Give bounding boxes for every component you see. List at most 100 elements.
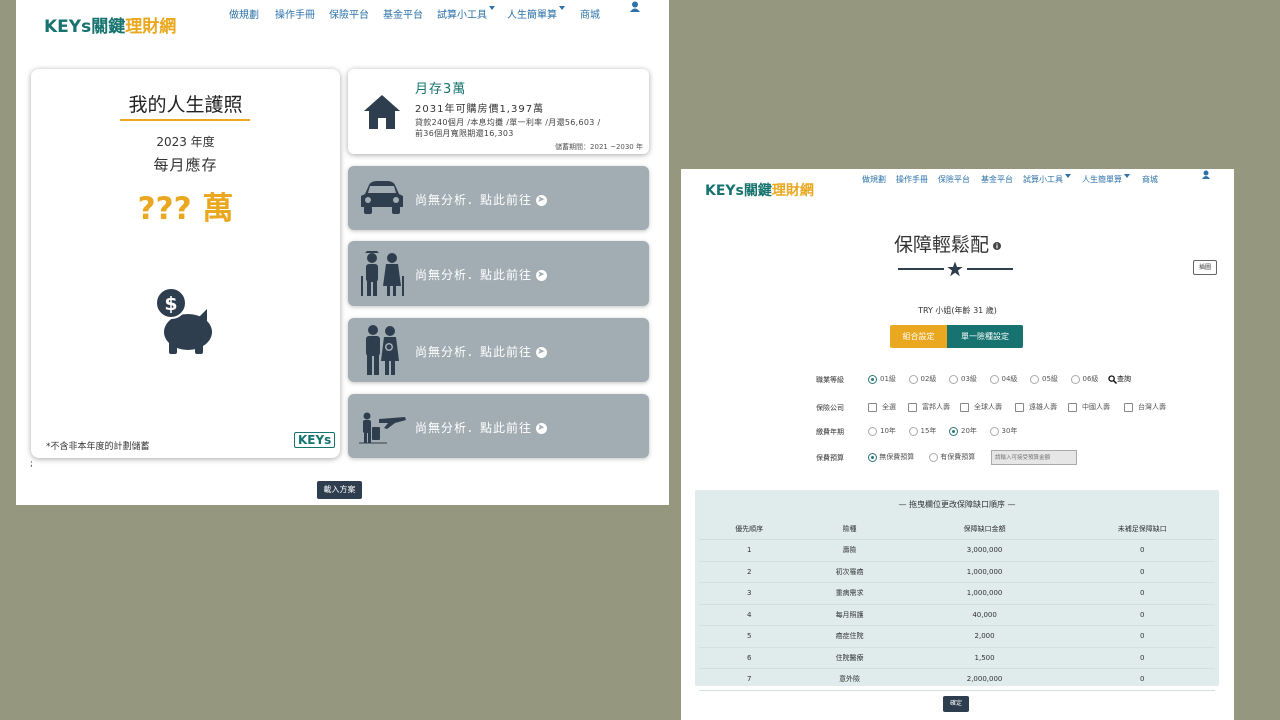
option-label: 06級 <box>1082 375 1099 383</box>
site-logo[interactable]: KEYs關鍵理財網 <box>705 180 814 200</box>
payment-term-option[interactable]: 10年 <box>868 426 896 436</box>
tab-combo-settings[interactable]: 組合設定 <box>890 325 947 348</box>
stray-text: ; <box>30 459 34 469</box>
travel-icon <box>359 412 406 444</box>
nav-item[interactable]: 做規劃 <box>862 174 886 185</box>
user-info: TRY 小姐(年齡 31 歲) <box>918 306 997 315</box>
payment-term-option[interactable]: 15年 <box>908 426 936 436</box>
payment-term-option[interactable]: 20年 <box>949 426 977 436</box>
insurer-option[interactable]: 遠雄人壽 <box>1015 402 1057 412</box>
load-plan-button[interactable]: 載入方案 <box>317 481 362 499</box>
insurer-option[interactable]: 富邦人壽 <box>908 402 950 412</box>
job-level-option[interactable]: 04級 <box>989 374 1017 384</box>
table-cell: 7 <box>699 668 800 691</box>
nav-item[interactable]: 人生簡單算 <box>507 6 557 21</box>
nav-item[interactable]: 商城 <box>580 6 600 21</box>
gap-table[interactable]: 優先順序 險種 保障缺口金額 未補足保障缺口 1 壽險 3,000,000 0 2 初次罹癌 1,… <box>699 519 1215 691</box>
job-level-option[interactable]: 06級 <box>1070 374 1099 384</box>
table-header: 險種 <box>799 519 900 540</box>
confirm-button[interactable]: 確定 <box>943 696 969 712</box>
nav-item[interactable]: 人生簡單算 <box>1082 174 1122 185</box>
table-cell: 壽險 <box>799 539 900 562</box>
site-logo[interactable]: KEYs關鍵理財網 <box>44 12 176 37</box>
nav-item[interactable]: 試算小工具 <box>437 6 487 21</box>
budget-has-option[interactable]: 有保費預算 <box>929 452 975 462</box>
radio-button[interactable] <box>929 452 938 462</box>
payment-term-option[interactable]: 30年 <box>989 426 1017 436</box>
nav-item[interactable]: 操作手冊 <box>275 6 315 21</box>
retirement-goal-card[interactable]: 尚無分析．點此前往 ➤ <box>348 241 649 306</box>
job-level-option[interactable]: 05級 <box>1030 374 1058 384</box>
user-icon[interactable] <box>630 1 640 12</box>
job-level-lookup[interactable]: 查詢 <box>1108 374 1131 384</box>
arrow-circle-icon: ➤ <box>536 347 548 358</box>
radio-button[interactable] <box>908 374 918 384</box>
table-cell: 2 <box>699 561 800 583</box>
star-icon <box>947 261 963 277</box>
job-level-option[interactable]: 03級 <box>949 374 977 384</box>
option-label: 全球人壽 <box>974 403 1002 411</box>
nav-item[interactable]: 操作手冊 <box>896 174 928 185</box>
nav-item[interactable]: 基金平台 <box>981 174 1013 185</box>
table-cell: 癌症住院 <box>799 625 900 648</box>
tab-single-settings[interactable]: 單一險種設定 <box>947 325 1023 348</box>
radio-button[interactable] <box>989 426 999 436</box>
checkbox[interactable] <box>1068 402 1077 412</box>
table-cell: 40,000 <box>899 604 1070 626</box>
checkbox[interactable] <box>868 402 877 412</box>
title-underline <box>120 119 250 121</box>
nav-item[interactable]: 基金平台 <box>383 6 423 21</box>
table-row[interactable]: 1 壽險 3,000,000 0 <box>699 539 1215 562</box>
radio-button[interactable] <box>949 426 958 436</box>
radio-button[interactable] <box>989 374 999 384</box>
table-cell: 1,000,000 <box>899 582 1070 605</box>
option-label: 20年 <box>961 427 977 435</box>
nav-item[interactable]: 商城 <box>1142 174 1158 185</box>
top-nav: 做規劃 操作手冊 保險平台 基金平台 試算小工具 人生簡單算 商城 <box>862 174 1158 185</box>
table-row[interactable]: 7 意外險 2,000,000 0 <box>699 668 1215 691</box>
checkbox[interactable] <box>908 402 917 412</box>
checkbox[interactable] <box>1124 402 1133 412</box>
user-icon[interactable] <box>1202 170 1210 179</box>
nav-item[interactable]: 保險平台 <box>938 174 970 185</box>
table-row[interactable]: 4 每月照護 40,000 0 <box>699 604 1215 626</box>
monthly-label: 每月應存 <box>153 156 218 174</box>
chart-button[interactable]: 插圖 <box>1193 260 1217 275</box>
family-goal-card[interactable]: 尚無分析．點此前往 ➤ <box>348 318 649 382</box>
nav-item[interactable]: 做規劃 <box>229 6 259 21</box>
radio-button[interactable] <box>868 374 877 384</box>
table-cell: 1,500 <box>899 647 1070 669</box>
job-level-option[interactable]: 02級 <box>908 374 936 384</box>
budget-none-option[interactable]: 無保費預算 <box>868 452 914 462</box>
budget-input[interactable] <box>991 450 1077 465</box>
job-level-option[interactable]: 01級 <box>868 374 896 384</box>
radio-button[interactable] <box>868 452 877 462</box>
gap-table-panel: — 拖曳欄位更改保障缺口順序 — 優先順序 險種 保障缺口金額 未補足保障缺口 1 壽險… <box>695 490 1219 691</box>
radio-button[interactable] <box>1070 374 1080 384</box>
checkbox[interactable] <box>960 402 969 412</box>
house-goal-card[interactable]: 月存3萬 2031年可購房價1,397萬 貸款240個月 /本息均攤 /單一利率… <box>348 69 649 154</box>
nav-item[interactable]: 試算小工具 <box>1023 174 1063 185</box>
table-row[interactable]: 5 癌症住院 2,000 0 <box>699 625 1215 648</box>
table-row[interactable]: 6 住院醫療 1,500 0 <box>699 647 1215 669</box>
radio-button[interactable] <box>1030 374 1039 384</box>
table-cell: 初次罹癌 <box>799 561 900 583</box>
travel-goal-card[interactable]: 尚無分析．點此前往 ➤ <box>348 394 649 458</box>
table-cell: 6 <box>699 647 800 669</box>
insurer-option[interactable]: 台灣人壽 <box>1124 402 1166 412</box>
info-icon[interactable] <box>993 241 1002 250</box>
house-card-price: 2031年可購房價1,397萬 <box>415 104 545 115</box>
car-goal-card[interactable]: 尚無分析．點此前往 ➤ <box>348 166 649 230</box>
checkbox[interactable] <box>1015 402 1024 412</box>
table-row[interactable]: 2 初次罹癌 1,000,000 0 <box>699 561 1215 583</box>
nav-item[interactable]: 保險平台 <box>329 6 369 21</box>
insurer-option[interactable]: 全球人壽 <box>960 402 1002 412</box>
radio-button[interactable] <box>949 374 958 384</box>
radio-button[interactable] <box>908 426 918 436</box>
insurer-option[interactable]: 中國人壽 <box>1068 402 1110 412</box>
option-label: 遠雄人壽 <box>1029 403 1057 411</box>
table-row[interactable]: 3 重病需求 1,000,000 0 <box>699 582 1215 605</box>
radio-button[interactable] <box>868 426 877 436</box>
insurer-option[interactable]: 全選 <box>868 402 896 412</box>
svg-text:$: $ <box>164 293 177 315</box>
